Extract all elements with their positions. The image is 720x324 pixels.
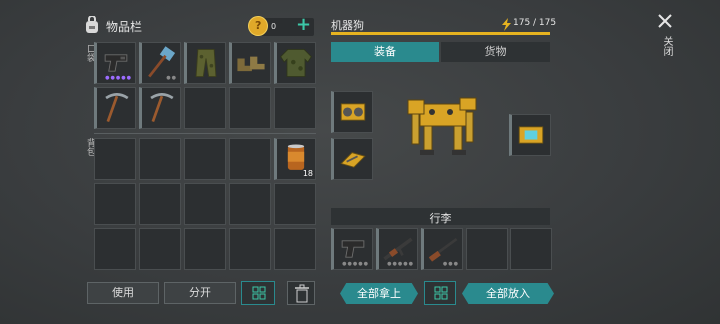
pocket-slot-empty[interactable]: [229, 87, 271, 129]
engine-module-icon: [340, 103, 366, 121]
rarity-dots: ●●●●●: [105, 75, 132, 81]
pocket-slot-pickaxe[interactable]: [94, 87, 136, 129]
pocket-slot-camo-pants[interactable]: [184, 42, 226, 84]
backpack-slot-empty[interactable]: [229, 228, 271, 270]
pickaxe-icon: [105, 93, 129, 123]
pocket-slot-camo-jacket[interactable]: [274, 42, 316, 84]
rarity-dots: ●●●●●: [342, 261, 369, 267]
equip-slot-armor-plate[interactable]: [331, 138, 373, 180]
backpack-slot-empty[interactable]: [229, 138, 271, 180]
grid-icon: [434, 286, 448, 300]
rarity-dots: ●●●: [442, 261, 459, 267]
companion-health: 175 / 175: [513, 18, 557, 28]
camo-jacket-icon: [280, 48, 312, 78]
backpack-slot-empty[interactable]: [274, 183, 316, 225]
luggage-slot-empty[interactable]: [466, 228, 508, 270]
battery-icon: [518, 126, 544, 144]
luggage-label: 行李: [429, 212, 452, 225]
item-count: 18: [302, 169, 313, 178]
take-all-button[interactable]: 全部拿上: [340, 283, 418, 304]
use-button[interactable]: 使用: [87, 282, 159, 304]
pickaxe-icon: [150, 93, 174, 123]
companion-name: 机器狗: [331, 19, 364, 32]
coin-count: 0: [271, 22, 277, 31]
section-divider: [94, 133, 316, 134]
coin-icon: ?: [248, 16, 268, 36]
armor-plate-icon: [340, 152, 366, 168]
backpack-slot-empty[interactable]: [139, 228, 181, 270]
rarity-dots: ●●●●●: [387, 261, 414, 267]
pocket-slot-pickaxe[interactable]: [139, 87, 181, 129]
pocket-slot-empty[interactable]: [184, 87, 226, 129]
rarity-dots: ●●: [166, 75, 177, 81]
take-all-label: 全部拿上: [357, 287, 401, 300]
luggage-slot-rifle[interactable]: ●●●: [421, 228, 463, 270]
backpack-slot-canned-food[interactable]: 18: [274, 138, 316, 180]
luggage-slot-empty[interactable]: [510, 228, 552, 270]
backpack-slot-empty[interactable]: [184, 138, 226, 180]
lightning-icon: [502, 16, 511, 31]
backpack-slot-empty[interactable]: [94, 138, 136, 180]
pocket-slot-empty[interactable]: [274, 87, 316, 129]
trash-icon: [295, 284, 309, 303]
camo-pants-icon: [195, 48, 217, 78]
backpack-slot-empty[interactable]: [184, 228, 226, 270]
backpack-slot-empty[interactable]: [139, 138, 181, 180]
health-bar-fill: [331, 32, 550, 35]
sort-grid-button[interactable]: [424, 281, 456, 305]
backpack-slot-empty[interactable]: [94, 183, 136, 225]
inventory-title: 物品栏: [106, 20, 143, 34]
equip-slot-battery[interactable]: [509, 114, 551, 156]
tab-cargo[interactable]: 货物: [441, 42, 550, 62]
split-button[interactable]: 分开: [164, 282, 236, 304]
put-all-button[interactable]: 全部放入: [462, 283, 554, 304]
close-label: 关闭: [661, 36, 672, 56]
tab-equipment[interactable]: 装备: [331, 42, 439, 62]
backpack-slot-empty[interactable]: [184, 183, 226, 225]
pocket-slot-boots[interactable]: [229, 42, 271, 84]
backpack-icon: [84, 15, 100, 34]
health-bar-track: [331, 32, 550, 35]
close-icon: [658, 14, 672, 28]
grid-icon: [252, 286, 266, 300]
equip-slot-engine[interactable]: [331, 91, 373, 133]
backpack-slot-empty[interactable]: [94, 228, 136, 270]
luggage-slot-pistol[interactable]: ●●●●●: [331, 228, 373, 270]
backpack-slot-empty[interactable]: [274, 228, 316, 270]
sort-grid-button[interactable]: [241, 281, 275, 305]
backpack-slot-empty[interactable]: [229, 183, 271, 225]
trash-button[interactable]: [287, 281, 315, 305]
robot-dog-image: [400, 90, 485, 168]
put-all-label: 全部放入: [486, 287, 530, 300]
pocket-slot-sledgehammer[interactable]: ●●: [139, 42, 181, 84]
backpack-slot-empty[interactable]: [139, 183, 181, 225]
pocket-slot-pistol[interactable]: ●●●●●: [94, 42, 136, 84]
luggage-slot-assault-rifle[interactable]: ●●●●●: [376, 228, 418, 270]
add-coins-button[interactable]: +: [296, 14, 311, 35]
boots-icon: [237, 56, 265, 72]
close-button[interactable]: 关闭: [654, 12, 676, 64]
